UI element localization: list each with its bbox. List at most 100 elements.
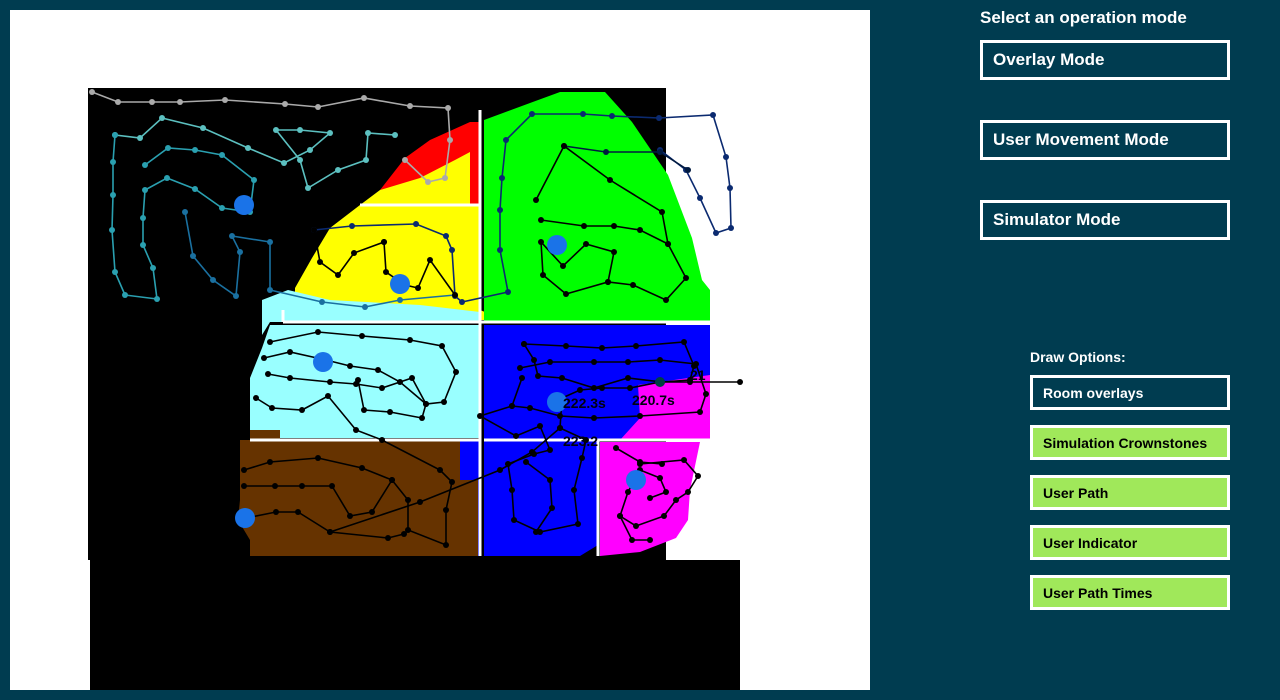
- user-path-toggle[interactable]: User Path: [1030, 475, 1230, 510]
- path-node: [579, 455, 585, 461]
- path-node: [112, 269, 118, 275]
- path-node: [503, 137, 509, 143]
- path-node: [703, 391, 709, 397]
- path-node: [299, 407, 305, 413]
- path-node: [697, 195, 703, 201]
- path-node: [659, 461, 665, 467]
- path-node: [591, 385, 597, 391]
- path-node: [401, 531, 407, 537]
- path-node: [192, 147, 198, 153]
- path-node: [110, 192, 116, 198]
- path-node: [580, 111, 586, 117]
- simulator-mode-button[interactable]: Simulator Mode: [980, 200, 1230, 240]
- path-node: [353, 427, 359, 433]
- path-node: [423, 401, 429, 407]
- path-time-label: 21: [690, 367, 706, 383]
- path-node: [267, 459, 273, 465]
- path-node: [459, 299, 465, 305]
- path-node: [392, 132, 398, 138]
- path-node: [511, 517, 517, 523]
- floorplan-map: 222.3s 220.7s 223.2 21: [88, 86, 756, 690]
- path-node: [625, 359, 631, 365]
- mode-heading: Select an operation mode: [980, 8, 1187, 27]
- path-node: [609, 113, 615, 119]
- path-node: [540, 272, 546, 278]
- path-node: [633, 523, 639, 529]
- path-node: [723, 154, 729, 160]
- path-node: [413, 221, 419, 227]
- path-node: [657, 475, 663, 481]
- path-node: [385, 535, 391, 541]
- path-node: [347, 513, 353, 519]
- path-node: [115, 99, 121, 105]
- path-node: [637, 227, 643, 233]
- path-node: [613, 445, 619, 451]
- path-node: [327, 529, 333, 535]
- path-node: [359, 333, 365, 339]
- path-node: [571, 487, 577, 493]
- path-node: [297, 127, 303, 133]
- simulation-crownstones-toggle[interactable]: Simulation Crownstones: [1030, 425, 1230, 460]
- path-node: [265, 371, 271, 377]
- path-node: [317, 259, 323, 265]
- path-node: [447, 137, 453, 143]
- room-green: [484, 92, 710, 322]
- path-node: [728, 225, 734, 231]
- path-node: [657, 149, 663, 155]
- path-node: [581, 223, 587, 229]
- path-node: [315, 329, 321, 335]
- path-node: [273, 127, 279, 133]
- path-node: [505, 461, 511, 467]
- path-node: [529, 111, 535, 117]
- path-node: [445, 105, 451, 111]
- path-node: [683, 275, 689, 281]
- path-node: [605, 279, 611, 285]
- path-time-label: 222.3s: [563, 395, 606, 411]
- room-cyan: [250, 325, 480, 438]
- path-node: [625, 375, 631, 381]
- user-movement-mode-button[interactable]: User Movement Mode: [980, 120, 1230, 160]
- path-node: [150, 265, 156, 271]
- path-node: [563, 291, 569, 297]
- path-node: [407, 103, 413, 109]
- path-node: [629, 537, 635, 543]
- path-node: [657, 357, 663, 363]
- path-node: [297, 157, 303, 163]
- user-path-times-toggle[interactable]: User Path Times: [1030, 575, 1230, 610]
- path-node: [137, 135, 143, 141]
- path-node: [647, 495, 653, 501]
- overlay-mode-button[interactable]: Overlay Mode: [980, 40, 1230, 80]
- crownstone-6: [235, 508, 255, 528]
- path-node: [531, 451, 537, 457]
- path-node: [245, 145, 251, 151]
- path-node: [282, 101, 288, 107]
- path-node: [449, 479, 455, 485]
- room-overlays-toggle[interactable]: Room overlays: [1030, 375, 1230, 410]
- path-node: [110, 159, 116, 165]
- path-node: [685, 167, 691, 173]
- path-node: [233, 293, 239, 299]
- crownstone-0: [234, 195, 254, 215]
- path-node: [287, 349, 293, 355]
- path-node: [383, 269, 389, 275]
- path-node: [359, 465, 365, 471]
- path-node: [535, 373, 541, 379]
- user-indicator-toggle[interactable]: User Indicator: [1030, 525, 1230, 560]
- path-node: [229, 233, 235, 239]
- path-node: [591, 359, 597, 365]
- path-node: [142, 162, 148, 168]
- path-node: [109, 227, 115, 233]
- map-canvas[interactable]: 222.3s 220.7s 223.2 21: [10, 10, 870, 690]
- path-node: [547, 447, 553, 453]
- path-node: [509, 487, 515, 493]
- path-time-label: 220.7s: [632, 392, 675, 408]
- path-node: [142, 187, 148, 193]
- path-node: [192, 186, 198, 192]
- path-node: [673, 497, 679, 503]
- path-node: [630, 282, 636, 288]
- path-node: [361, 407, 367, 413]
- path-node: [611, 249, 617, 255]
- path-node: [159, 115, 165, 121]
- path-node: [219, 205, 225, 211]
- path-node: [453, 369, 459, 375]
